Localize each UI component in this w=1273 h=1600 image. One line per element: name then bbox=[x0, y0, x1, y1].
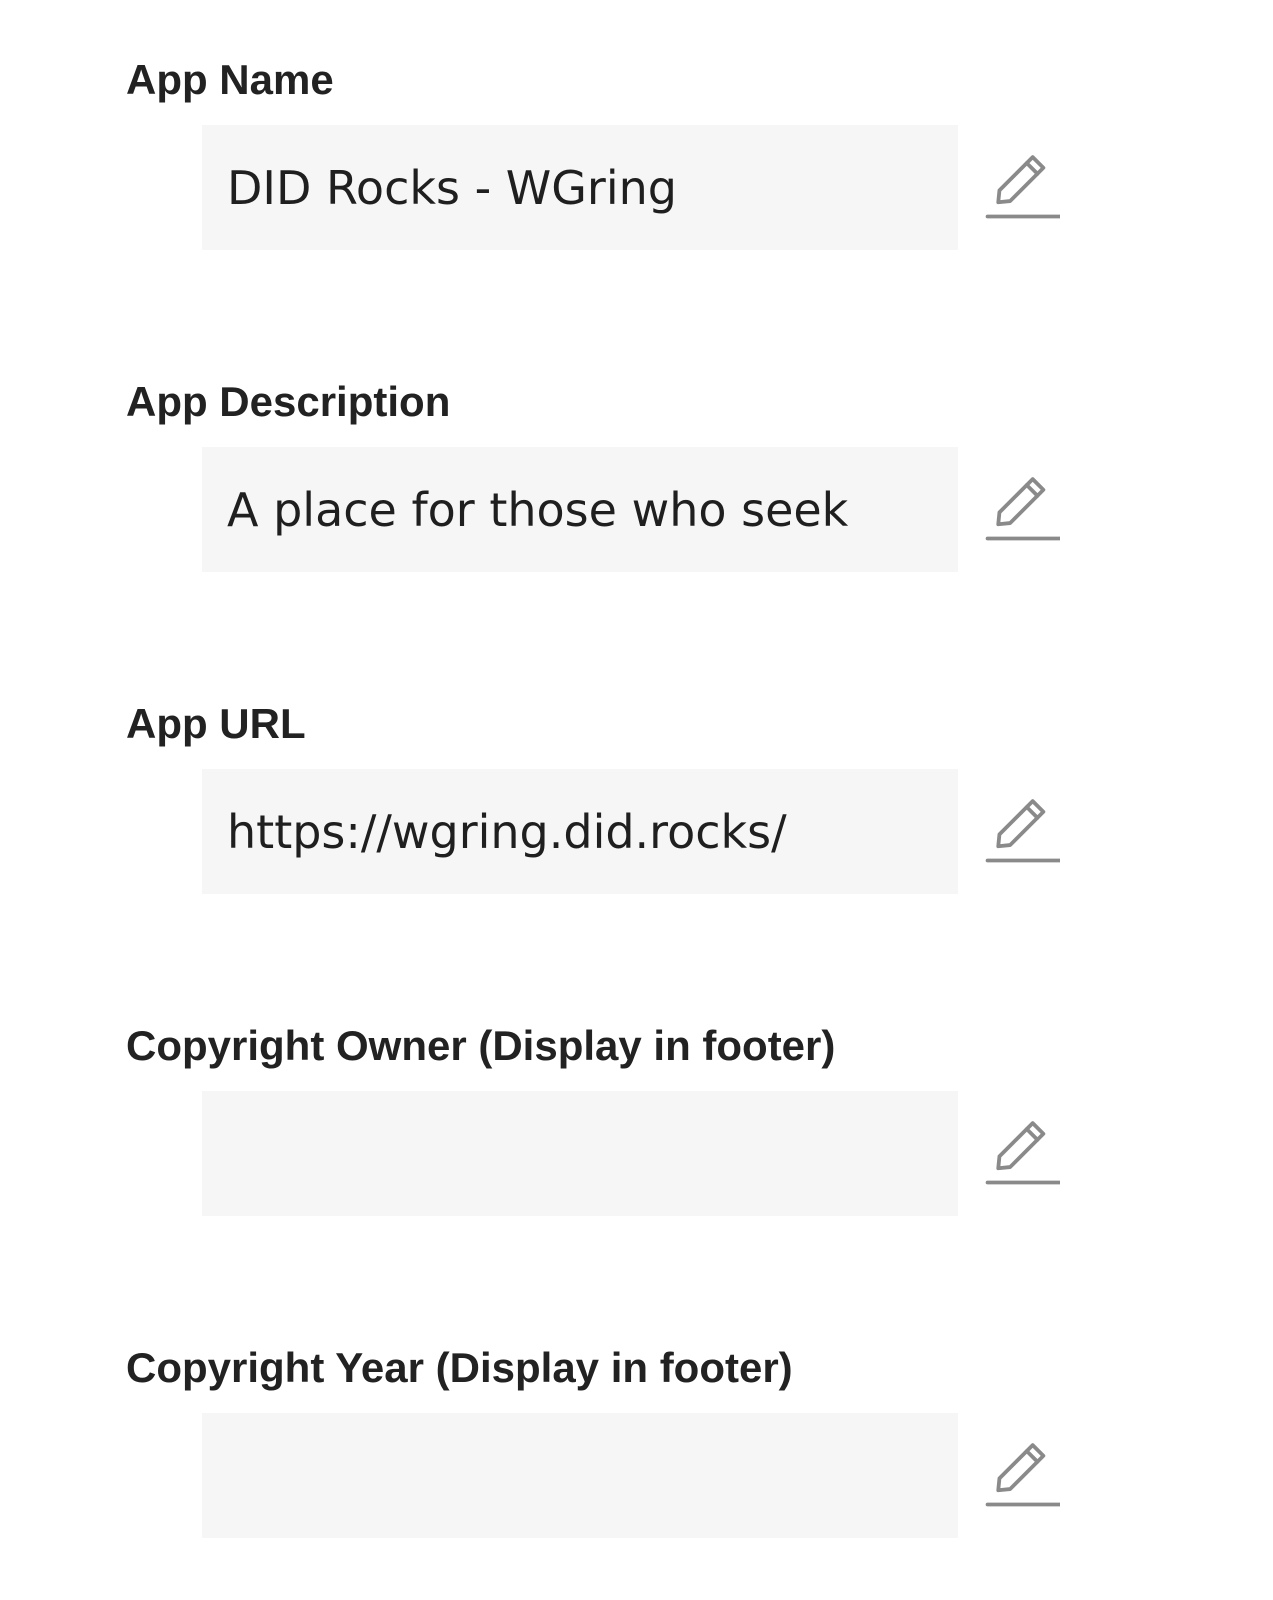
app-name-edit-button[interactable] bbox=[984, 150, 1060, 226]
app-url-edit-button[interactable] bbox=[984, 794, 1060, 870]
app-url-label: App URL bbox=[126, 700, 306, 747]
app-name-value-box: DID Rocks - WGring bbox=[202, 125, 958, 250]
pencil-edit-icon bbox=[985, 799, 1060, 863]
copyright-year-edit-button[interactable] bbox=[984, 1438, 1060, 1514]
app-description-edit-button[interactable] bbox=[984, 472, 1060, 548]
app-name-value: DID Rocks - WGring bbox=[227, 160, 677, 215]
app-url-value-box: https://wgring.did.rocks/ bbox=[202, 769, 958, 894]
app-description-value-box: A place for those who seek bbox=[202, 447, 958, 572]
pencil-edit-icon bbox=[985, 1443, 1060, 1507]
app-description-label: App Description bbox=[126, 378, 451, 425]
copyright-owner-field: Copyright Owner (Display in footer) bbox=[0, 966, 1273, 1216]
copyright-year-field: Copyright Year (Display in footer) bbox=[0, 1288, 1273, 1538]
copyright-owner-edit-button[interactable] bbox=[984, 1116, 1060, 1192]
app-url-field: App URL https://wgring.did.rocks/ bbox=[0, 644, 1273, 894]
app-description-field: App Description A place for those who se… bbox=[0, 322, 1273, 572]
app-url-value: https://wgring.did.rocks/ bbox=[227, 804, 787, 859]
copyright-owner-label: Copyright Owner (Display in footer) bbox=[126, 1022, 836, 1069]
app-name-field: App Name DID Rocks - WGring bbox=[0, 0, 1273, 250]
copyright-owner-value-box bbox=[202, 1091, 958, 1216]
pencil-edit-icon bbox=[985, 1121, 1060, 1185]
app-name-label: App Name bbox=[126, 56, 334, 103]
pencil-edit-icon bbox=[985, 155, 1060, 219]
copyright-year-value-box bbox=[202, 1413, 958, 1538]
copyright-year-label: Copyright Year (Display in footer) bbox=[126, 1344, 793, 1391]
app-description-value: A place for those who seek bbox=[227, 482, 849, 537]
pencil-edit-icon bbox=[985, 477, 1060, 541]
